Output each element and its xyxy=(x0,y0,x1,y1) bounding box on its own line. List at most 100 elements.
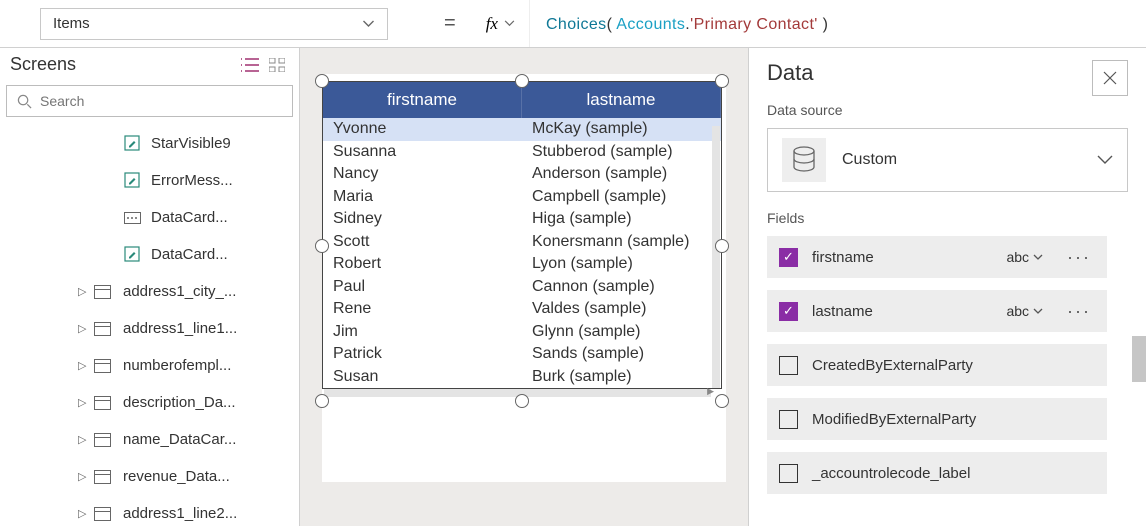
table-row[interactable]: ScottKonersmann (sample) xyxy=(323,231,721,254)
table-row[interactable]: PaulCannon (sample) xyxy=(323,276,721,299)
fields-label: Fields xyxy=(767,210,1128,226)
cell-lastname: Lyon (sample) xyxy=(522,255,721,273)
close-icon xyxy=(1103,71,1117,85)
field-name: _accountrolecode_label xyxy=(812,465,1095,482)
database-icon xyxy=(782,138,826,182)
cell-firstname: Susan xyxy=(323,368,522,386)
control-icon xyxy=(124,246,141,263)
tree-item[interactable]: ▷address1_line2... xyxy=(0,495,299,526)
tree-item[interactable]: ErrorMess... xyxy=(0,162,299,199)
field-type-selector[interactable]: abc xyxy=(1000,249,1049,265)
expand-icon[interactable]: ▷ xyxy=(78,470,88,483)
grid-view-icon[interactable] xyxy=(269,58,285,72)
cell-lastname: Valdes (sample) xyxy=(522,300,721,318)
tree-item[interactable]: ▷revenue_Data... xyxy=(0,458,299,495)
expand-icon[interactable]: ▷ xyxy=(78,396,88,409)
control-icon xyxy=(124,172,141,189)
cell-firstname: Rene xyxy=(323,300,522,318)
data-table[interactable]: firstnamelastname YvonneMcKay (sample)Su… xyxy=(322,81,722,389)
table-row[interactable]: NancyAnderson (sample) xyxy=(323,163,721,186)
chevron-down-icon xyxy=(362,20,375,28)
resize-handle[interactable] xyxy=(315,394,329,408)
tree-item[interactable]: ▷name_DataCar... xyxy=(0,421,299,458)
checkbox-unchecked[interactable] xyxy=(779,410,798,429)
resize-handle[interactable] xyxy=(515,394,529,408)
data-source-selector[interactable]: Custom xyxy=(767,128,1128,192)
table-row[interactable]: ReneValdes (sample) xyxy=(323,298,721,321)
chevron-down-icon xyxy=(504,20,515,27)
table-row[interactable]: SidneyHiga (sample) xyxy=(323,208,721,231)
close-button[interactable] xyxy=(1092,60,1128,96)
card-icon xyxy=(94,322,111,336)
more-button[interactable]: ··· xyxy=(1063,247,1095,268)
search-input[interactable] xyxy=(40,93,282,109)
checkbox-unchecked[interactable] xyxy=(779,464,798,483)
tree-item-label: description_Da... xyxy=(123,394,236,411)
tree-item-label: address1_city_... xyxy=(123,283,236,300)
field-name: firstname xyxy=(812,249,986,266)
expand-icon[interactable]: ▷ xyxy=(78,322,88,335)
field-row[interactable]: ✓lastnameabc··· xyxy=(767,290,1107,332)
cell-firstname: Sidney xyxy=(323,210,522,228)
table-row[interactable]: YvonneMcKay (sample) xyxy=(323,118,721,141)
tree-item[interactable]: ▷ address1_line1... xyxy=(0,310,299,347)
expand-icon[interactable]: ▷ xyxy=(78,433,88,446)
resize-handle[interactable] xyxy=(715,239,729,253)
expand-icon[interactable]: ▷ xyxy=(78,285,88,298)
table-row[interactable]: RobertLyon (sample) xyxy=(323,253,721,276)
property-selector[interactable]: Items xyxy=(40,8,388,40)
expand-icon[interactable]: ▷ xyxy=(78,359,88,372)
field-type-selector[interactable]: abc xyxy=(1000,303,1049,319)
cell-firstname: Yvonne xyxy=(323,120,522,138)
card-icon xyxy=(94,470,111,484)
tree-item[interactable]: DataCard... xyxy=(0,236,299,273)
table-row[interactable]: SusanBurk (sample) xyxy=(323,366,721,389)
fx-button[interactable]: fx xyxy=(472,0,530,47)
table-row[interactable]: SusannaStubberod (sample) xyxy=(323,141,721,164)
vertical-scrollbar[interactable] xyxy=(712,126,720,388)
panel-scrollbar[interactable] xyxy=(1132,336,1146,382)
resize-handle[interactable] xyxy=(715,74,729,88)
card-icon xyxy=(94,396,111,410)
tree-item[interactable]: ▷ description_Da... xyxy=(0,384,299,421)
table-row[interactable]: PatrickSands (sample) xyxy=(323,343,721,366)
data-source-name: Custom xyxy=(842,151,1081,169)
control-icon xyxy=(124,212,141,224)
expand-icon[interactable]: ▷ xyxy=(78,507,88,520)
more-button[interactable]: ··· xyxy=(1063,301,1095,322)
resize-handle[interactable] xyxy=(715,394,729,408)
cell-lastname: Konersmann (sample) xyxy=(522,233,721,251)
checkbox-checked[interactable]: ✓ xyxy=(779,302,798,321)
field-row[interactable]: CreatedByExternalParty xyxy=(767,344,1107,386)
field-row[interactable]: ModifiedByExternalParty xyxy=(767,398,1107,440)
canvas[interactable]: firstnamelastname YvonneMcKay (sample)Su… xyxy=(300,48,748,526)
formula-input[interactable]: Choices( Accounts.'Primary Contact' ) xyxy=(530,14,1146,34)
resize-handle[interactable] xyxy=(315,239,329,253)
data-source-label: Data source xyxy=(767,102,1128,118)
tree-item-label: address1_line1... xyxy=(123,320,237,337)
list-view-icon[interactable] xyxy=(241,58,259,72)
field-name: CreatedByExternalParty xyxy=(812,357,1095,374)
tree-item[interactable]: StarVisible9 xyxy=(0,125,299,162)
search-box[interactable] xyxy=(6,85,293,117)
screens-panel: Screens StarVisible9ErrorMess...DataCard… xyxy=(0,48,300,526)
cell-firstname: Paul xyxy=(323,278,522,296)
column-header[interactable]: lastname xyxy=(522,82,721,118)
tree-item[interactable]: ▷ numberofempl... xyxy=(0,347,299,384)
tree-item[interactable]: ▷ address1_city_... xyxy=(0,273,299,310)
checkbox-checked[interactable]: ✓ xyxy=(779,248,798,267)
table-row[interactable]: JimGlynn (sample) xyxy=(323,321,721,344)
column-header[interactable]: firstname xyxy=(323,82,522,118)
cell-lastname: Glynn (sample) xyxy=(522,323,721,341)
field-row[interactable]: ✓ firstname abc ··· xyxy=(767,236,1107,278)
cell-firstname: Jim xyxy=(323,323,522,341)
checkbox-unchecked[interactable] xyxy=(779,356,798,375)
card-icon xyxy=(94,507,111,521)
resize-handle[interactable] xyxy=(315,74,329,88)
field-row[interactable]: _accountrolecode_label xyxy=(767,452,1107,494)
resize-handle[interactable] xyxy=(515,74,529,88)
tree-item[interactable]: DataCard... xyxy=(0,199,299,236)
tree-item-label: numberofempl... xyxy=(123,357,231,374)
formula-bar: Items = fx Choices( Accounts.'Primary Co… xyxy=(0,0,1146,48)
table-row[interactable]: MariaCampbell (sample) xyxy=(323,186,721,209)
